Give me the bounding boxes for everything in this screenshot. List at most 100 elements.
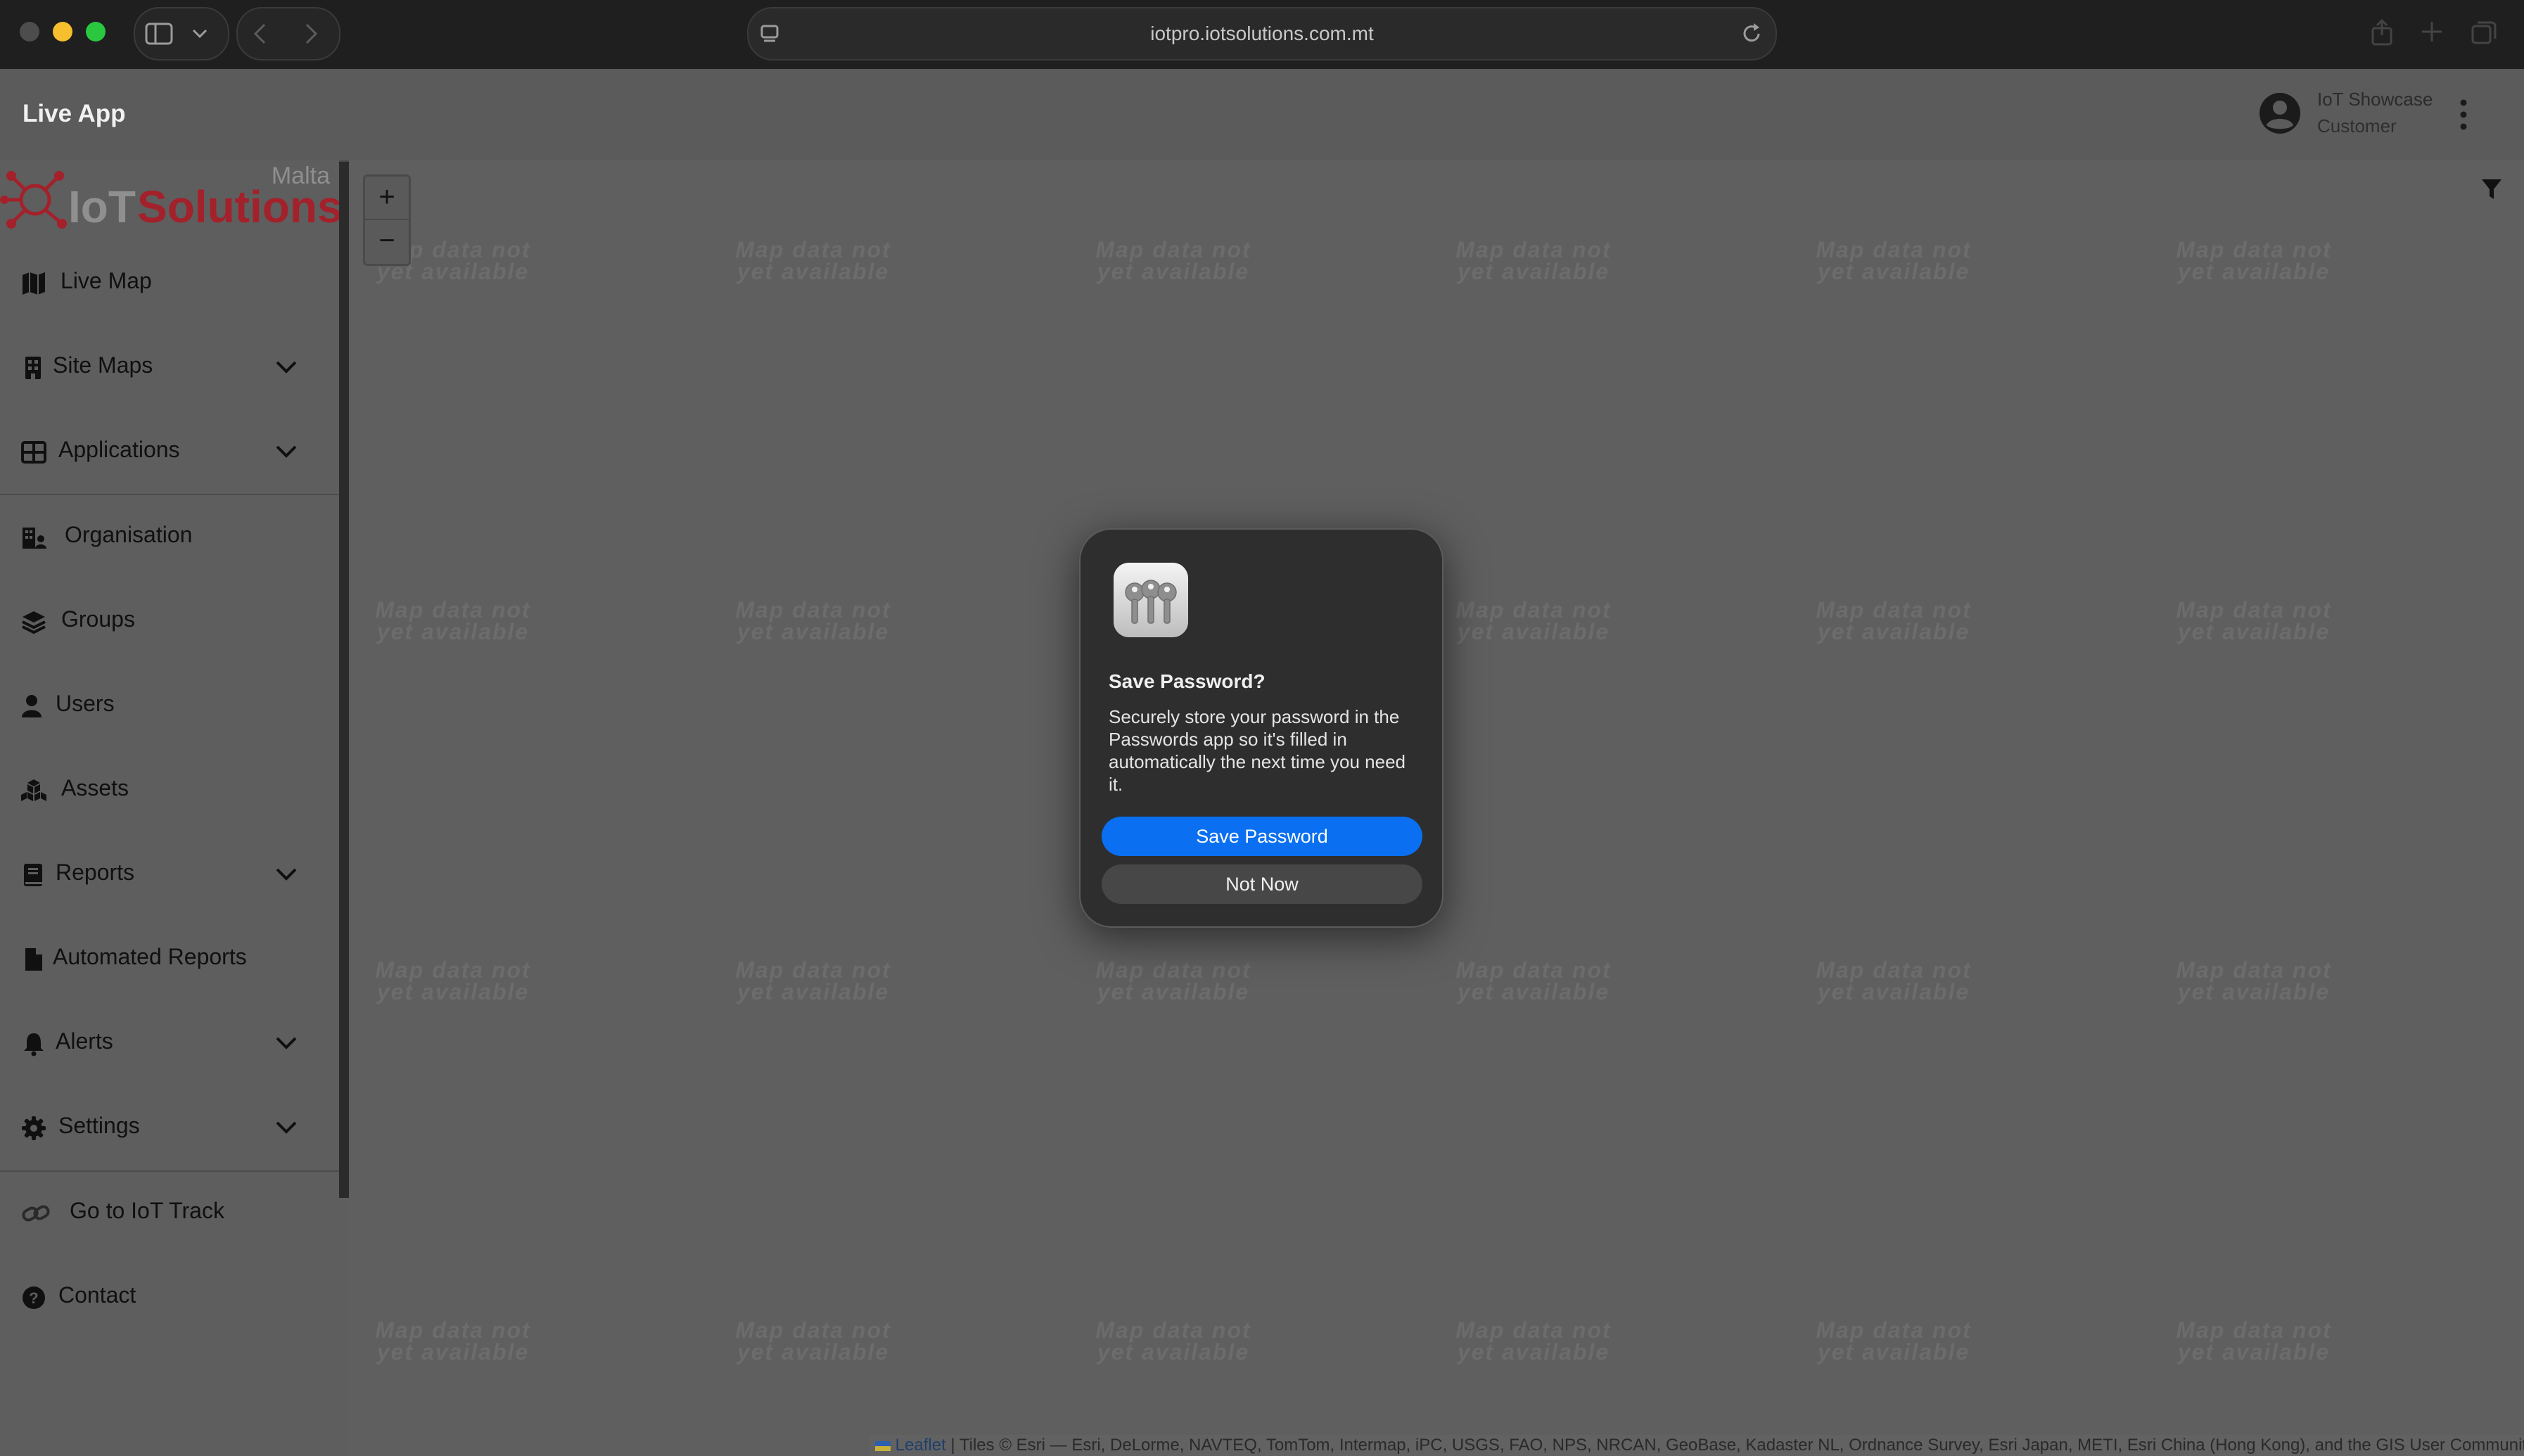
- not-now-button[interactable]: Not Now: [1102, 864, 1422, 904]
- chevron-down-icon[interactable]: [274, 1033, 298, 1054]
- zoom-out-button[interactable]: −: [365, 220, 409, 262]
- tile-placeholder-line: Map data not: [735, 597, 891, 622]
- reload-icon[interactable]: [1742, 23, 1763, 45]
- dialog-title: Save Password?: [1109, 670, 1266, 692]
- sidebar-item-label: Site Maps: [53, 352, 153, 378]
- sidebar-item-go-to-iot-track[interactable]: Go to IoT Track: [0, 1174, 339, 1251]
- tile-placeholder-line: Map data not: [1816, 1317, 1972, 1343]
- file-icon: [25, 948, 42, 971]
- tile-placeholder-line: Map data not: [1095, 957, 1251, 983]
- filter-icon[interactable]: [2480, 177, 2503, 201]
- save-password-button[interactable]: Save Password: [1102, 817, 1422, 856]
- tile-placeholder-text: Map data notyet available: [1788, 599, 1999, 643]
- sidebar-item-contact[interactable]: ? Contact: [0, 1258, 339, 1336]
- tile-placeholder-line: Map data not: [1095, 237, 1251, 262]
- chevron-down-icon[interactable]: [274, 1117, 298, 1138]
- tile-placeholder-text: Map data notyet available: [1428, 959, 1639, 1003]
- sidebar-item-label: Live Map: [60, 268, 152, 293]
- sidebar-item-automated-reports[interactable]: Automated Reports: [0, 920, 339, 997]
- chevron-down-icon[interactable]: [191, 28, 208, 39]
- layers-icon: [22, 611, 46, 634]
- tile-placeholder-text: Map data notyet available: [1428, 1317, 1639, 1363]
- share-icon[interactable]: [2369, 18, 2395, 46]
- sidebar-toggle-icon[interactable]: [145, 23, 173, 45]
- tile-placeholder-line: yet available: [1457, 619, 1610, 644]
- sidebar-item-site-maps[interactable]: Site Maps: [0, 328, 339, 406]
- gear-icon: [22, 1116, 46, 1140]
- tile-placeholder-line: Map data not: [735, 1317, 891, 1343]
- tile-placeholder-line: yet available: [737, 619, 890, 644]
- tile-placeholder-text: Map data notyet available: [708, 599, 919, 643]
- user-name[interactable]: IoT Showcase: [2317, 89, 2433, 110]
- sidebar-item-organisation[interactable]: Organisation: [0, 498, 339, 575]
- tile-placeholder-text: Map data notyet available: [1788, 238, 1999, 284]
- sidebar-item-label: Groups: [61, 606, 135, 632]
- tile-placeholder-line: yet available: [2177, 259, 2331, 284]
- tile-placeholder-line: Map data not: [1455, 957, 1612, 983]
- url-text[interactable]: iotpro.iotsolutions.com.mt: [748, 8, 1776, 59]
- bell-icon: [24, 1033, 44, 1056]
- sidebar-item-label: Applications: [58, 437, 180, 462]
- window-zoom-button[interactable]: [86, 22, 106, 41]
- svg-text:?: ?: [29, 1289, 38, 1307]
- iot-solutions-logo[interactable]: Malta IoT Solutions: [0, 160, 339, 245]
- new-tab-icon[interactable]: [2420, 20, 2444, 44]
- sidebar-item-label: Users: [56, 691, 115, 716]
- logo-wordmark: Malta IoT Solutions: [68, 162, 339, 232]
- window-minimize-button[interactable]: [53, 22, 72, 41]
- tile-placeholder-line: Map data not: [2176, 1317, 2332, 1343]
- window-close-button[interactable]: [20, 22, 39, 41]
- sidebar-item-live-map[interactable]: Live Map: [0, 244, 339, 321]
- tile-placeholder-line: Map data not: [735, 957, 891, 983]
- tile-placeholder-line: yet available: [1097, 979, 1250, 1004]
- more-vertical-icon[interactable]: [2454, 97, 2473, 132]
- address-bar[interactable]: iotpro.iotsolutions.com.mt: [747, 7, 1777, 60]
- zoom-control: + −: [363, 174, 411, 266]
- sidebar-item-groups[interactable]: Groups: [0, 582, 339, 660]
- organisation-icon: [23, 528, 46, 549]
- tile-placeholder-text: Map data notyet available: [1068, 959, 1279, 1003]
- back-icon[interactable]: [252, 23, 269, 45]
- chevron-down-icon[interactable]: [274, 357, 298, 378]
- chevron-down-icon[interactable]: [274, 864, 298, 885]
- sidebar-item-assets[interactable]: Assets: [0, 751, 339, 829]
- cubes-icon: [21, 779, 46, 801]
- map-icon: [23, 272, 45, 295]
- tile-placeholder-line: yet available: [1817, 619, 1970, 644]
- save-password-dialog: Save Password? Securely store your passw…: [1079, 528, 1443, 928]
- sidebar-divider: [0, 1170, 339, 1172]
- tile-placeholder-text: Map data notyet available: [349, 959, 559, 1003]
- link-icon: [22, 1205, 50, 1222]
- sidebar-item-reports[interactable]: Reports: [0, 836, 339, 913]
- app-title: Live App: [23, 100, 126, 127]
- tab-overview-icon[interactable]: [2471, 20, 2497, 45]
- sidebar-item-applications[interactable]: Applications: [0, 413, 339, 490]
- sidebar-item-settings[interactable]: Settings: [0, 1089, 339, 1166]
- tile-placeholder-line: yet available: [1817, 259, 1970, 284]
- app-header: Live App IoT Showcase Customer: [0, 69, 2524, 162]
- tile-placeholder-text: Map data notyet available: [708, 1317, 919, 1363]
- account-circle-icon[interactable]: [2258, 91, 2302, 135]
- tile-placeholder-line: Map data not: [2176, 957, 2332, 983]
- browser-window: iotpro.iotsolutions.com.mt Live App IoT …: [0, 0, 2524, 1456]
- tile-placeholder-line: yet available: [2177, 619, 2331, 644]
- sidebar-item-users[interactable]: Users: [0, 667, 339, 744]
- browser-toolbar: iotpro.iotsolutions.com.mt: [0, 0, 2524, 70]
- sidebar-item-alerts[interactable]: Alerts: [0, 1004, 339, 1082]
- tile-placeholder-line: yet available: [737, 259, 890, 284]
- user-icon: [22, 695, 42, 717]
- tile-placeholder-line: yet available: [2177, 1339, 2331, 1365]
- zoom-in-button[interactable]: +: [365, 177, 409, 220]
- tile-placeholder-line: Map data not: [1455, 597, 1612, 622]
- chevron-down-icon[interactable]: [274, 441, 298, 462]
- sidebar-item-label: Settings: [58, 1113, 140, 1138]
- tile-placeholder-line: yet available: [1817, 1339, 1970, 1365]
- sidebar-scrollbar[interactable]: [339, 1198, 349, 1456]
- sidebar-toggle-group[interactable]: [134, 7, 229, 60]
- tile-placeholder-text: Map data notyet available: [349, 1319, 559, 1363]
- forward-icon[interactable]: [302, 23, 319, 45]
- leaflet-link[interactable]: Leaflet: [895, 1436, 946, 1455]
- user-role: Customer: [2317, 115, 2397, 136]
- tile-placeholder-line: Map data not: [735, 237, 891, 262]
- tile-placeholder-line: Map data not: [1455, 1317, 1612, 1343]
